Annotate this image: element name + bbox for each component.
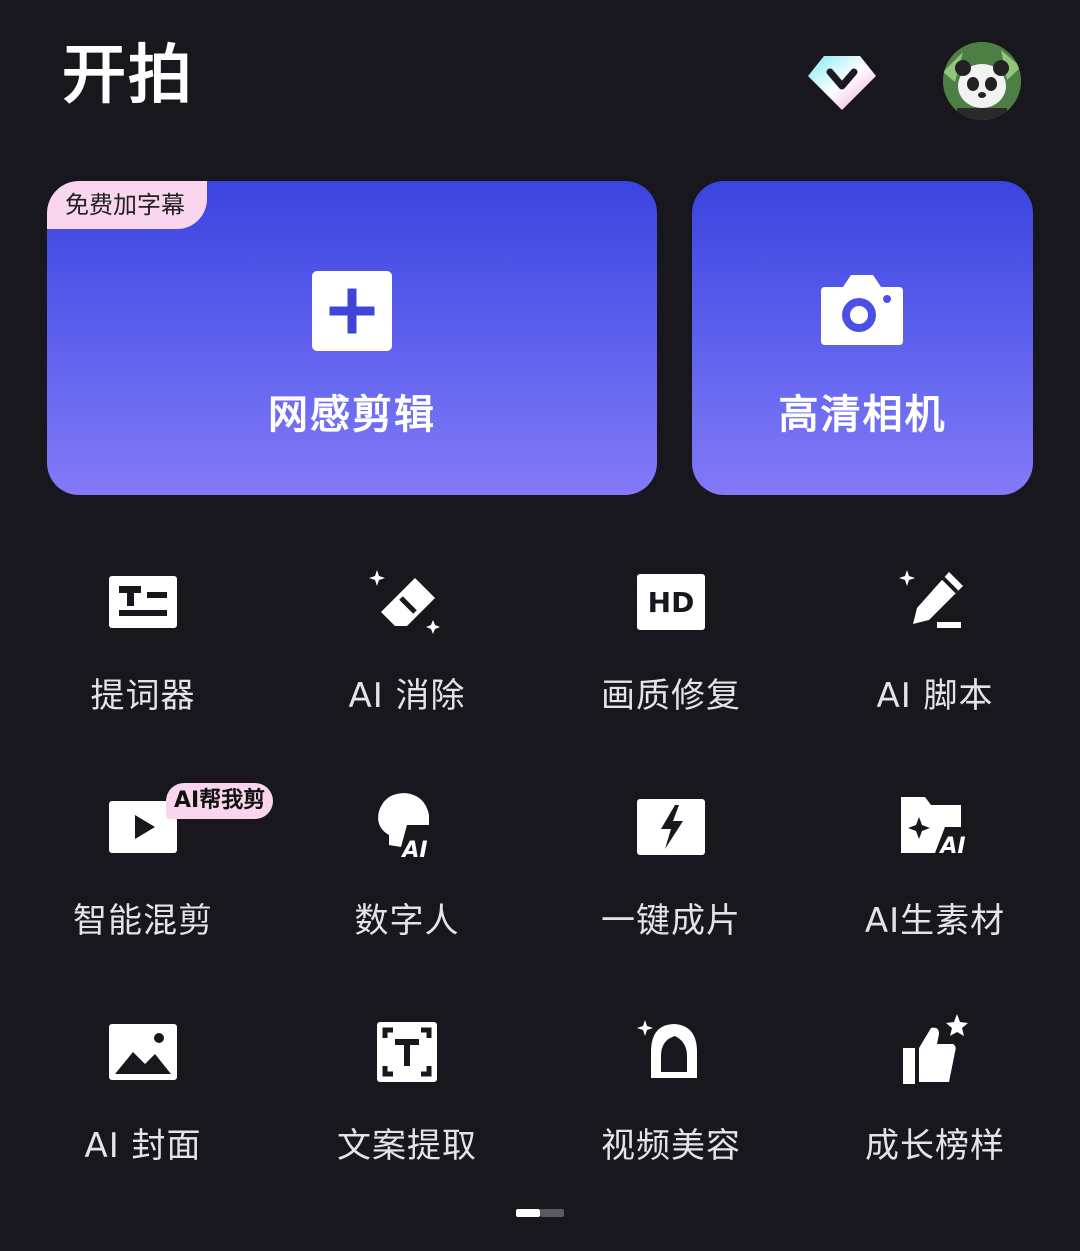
smart-edit-label: 网感剪辑 bbox=[268, 392, 436, 438]
tool-ai-script[interactable]: AI 脚本 bbox=[803, 562, 1067, 752]
page-indicator-active bbox=[516, 1209, 540, 1217]
thumbs-up-star-icon bbox=[895, 1012, 975, 1092]
tool-ai-material[interactable]: AI AI生素材 bbox=[803, 787, 1067, 977]
tool-quality-repair[interactable]: HD 画质修复 bbox=[539, 562, 803, 752]
svg-text:HD: HD bbox=[648, 586, 695, 619]
free-subtitle-badge: 免费加字幕 bbox=[47, 181, 207, 229]
teleprompter-icon bbox=[103, 562, 183, 642]
lightning-icon bbox=[631, 787, 711, 867]
tool-text-extract[interactable]: 文案提取 bbox=[275, 1012, 539, 1202]
tool-label: AI 封面 bbox=[84, 1126, 202, 1166]
pen-sparkle-icon bbox=[895, 562, 975, 642]
tool-label: 一键成片 bbox=[601, 901, 741, 941]
avatar[interactable] bbox=[943, 42, 1021, 120]
tool-label: AI 脚本 bbox=[876, 676, 994, 716]
image-icon bbox=[103, 1012, 183, 1092]
smart-edit-card[interactable]: 免费加字幕 网感剪辑 bbox=[47, 181, 657, 495]
hd-camera-label: 高清相机 bbox=[778, 392, 947, 438]
hd-camera-card[interactable]: 高清相机 bbox=[692, 181, 1033, 495]
page-indicator-inactive bbox=[540, 1209, 564, 1217]
tool-teleprompter[interactable]: 提词器 bbox=[11, 562, 275, 752]
tool-label: 数字人 bbox=[354, 901, 460, 941]
ai-help-edit-badge: AI帮我剪 bbox=[166, 783, 274, 819]
tool-label: AI生素材 bbox=[864, 901, 1006, 941]
tool-smart-mix[interactable]: AI帮我剪 智能混剪 bbox=[11, 783, 275, 977]
tool-label: 文案提取 bbox=[337, 1126, 477, 1166]
diamond-vip-icon[interactable] bbox=[806, 50, 878, 114]
tool-ai-erase[interactable]: AI 消除 bbox=[275, 562, 539, 752]
text-scan-icon bbox=[367, 1012, 447, 1092]
tool-label: AI 消除 bbox=[348, 676, 466, 716]
camera-icon bbox=[819, 271, 905, 351]
eraser-icon bbox=[367, 562, 447, 642]
plus-icon bbox=[312, 271, 392, 355]
tool-label: 视频美容 bbox=[601, 1126, 741, 1166]
tool-label: 智能混剪 bbox=[73, 901, 213, 941]
tool-label: 成长榜样 bbox=[865, 1126, 1005, 1166]
tool-one-click[interactable]: 一键成片 bbox=[539, 787, 803, 977]
svg-text:AI: AI bbox=[938, 834, 965, 859]
face-beauty-icon bbox=[631, 1012, 711, 1092]
tool-growth-model[interactable]: 成长榜样 bbox=[803, 1012, 1067, 1202]
page-title: 开拍 bbox=[62, 39, 194, 113]
page-indicator bbox=[516, 1209, 564, 1217]
ai-head-icon: AI bbox=[367, 787, 447, 867]
tool-ai-cover[interactable]: AI 封面 bbox=[11, 1012, 275, 1202]
ai-folder-icon: AI bbox=[895, 787, 975, 867]
tool-digital-human[interactable]: AI 数字人 bbox=[275, 787, 539, 977]
tool-label: 画质修复 bbox=[601, 676, 741, 716]
tool-video-beauty[interactable]: 视频美容 bbox=[539, 1012, 803, 1202]
svg-text:AI: AI bbox=[400, 838, 427, 863]
hd-icon: HD bbox=[631, 562, 711, 642]
tool-label: 提词器 bbox=[90, 676, 196, 716]
